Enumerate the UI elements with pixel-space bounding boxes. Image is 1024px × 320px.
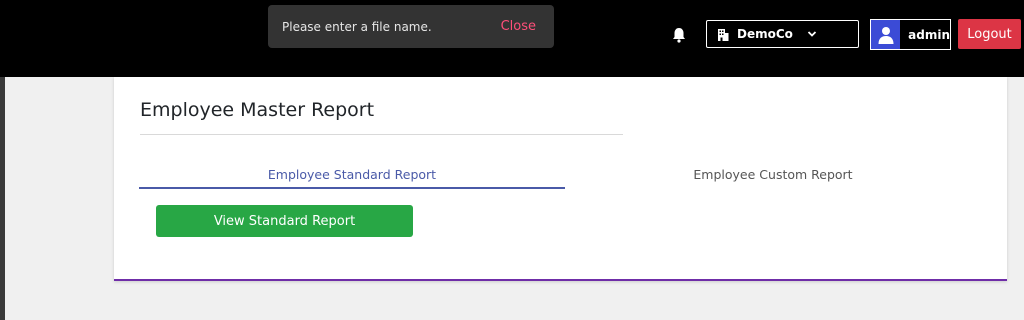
- user-name: admin: [908, 27, 950, 42]
- sidebar-edge: [0, 77, 5, 320]
- view-standard-report-button[interactable]: View Standard Report: [156, 205, 413, 237]
- company-name: DemoCo: [737, 27, 793, 41]
- user-menu[interactable]: admin: [870, 19, 951, 50]
- toast-close-button[interactable]: Close: [501, 19, 536, 34]
- page-title: Employee Master Report: [140, 99, 375, 121]
- logout-button[interactable]: Logout: [958, 19, 1021, 49]
- title-divider: [140, 134, 623, 135]
- toast-message: Please enter a file name.: [282, 19, 432, 34]
- building-icon: [717, 28, 729, 41]
- chevron-down-icon: [807, 30, 817, 38]
- toast-notification: Please enter a file name. Close: [268, 5, 554, 48]
- user-icon: [871, 20, 901, 49]
- tab-custom-report[interactable]: Employee Custom Report: [565, 161, 981, 187]
- top-navbar: Please enter a file name. Close DemoCo a…: [0, 0, 1024, 77]
- company-selector[interactable]: DemoCo: [706, 20, 859, 48]
- tab-standard-report[interactable]: Employee Standard Report: [139, 161, 565, 187]
- bell-icon[interactable]: [670, 26, 688, 44]
- active-tab-indicator: [139, 187, 565, 189]
- report-card: Employee Master Report Employee Standard…: [114, 77, 1007, 281]
